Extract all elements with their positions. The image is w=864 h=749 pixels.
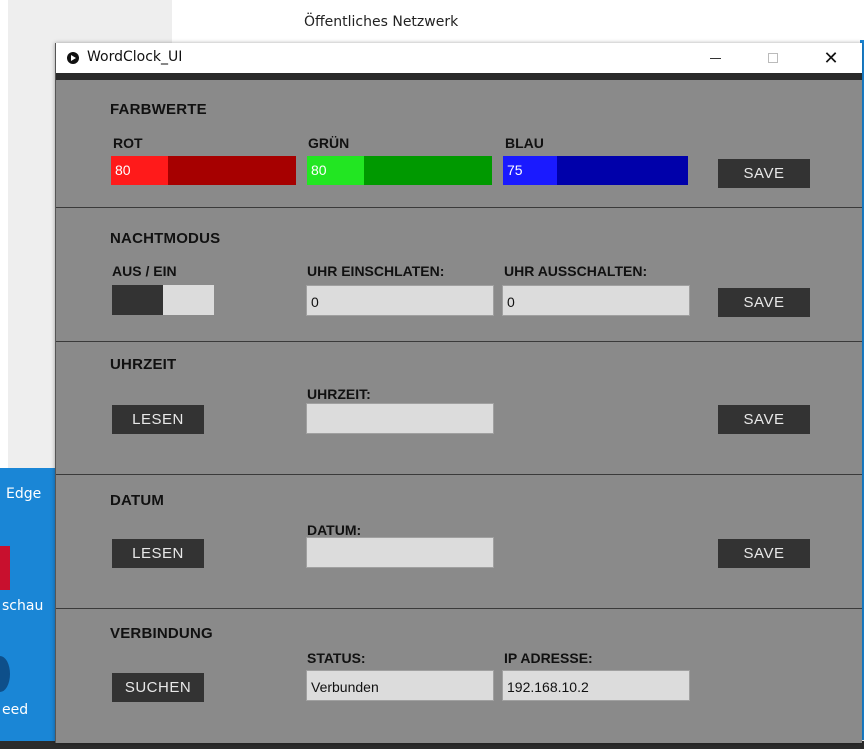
section-heading-nachtmodus: NACHTMODUS (110, 230, 221, 247)
section-divider (56, 207, 862, 208)
ip-label: IP ADRESSE: (504, 650, 593, 666)
desktop-icon-label[interactable]: Edge (6, 486, 41, 502)
einschalten-input[interactable]: 0 (306, 285, 494, 316)
section-heading-farbwerte: FARBWERTE (110, 101, 207, 118)
close-button[interactable]: ✕ (808, 43, 854, 73)
uhrzeit-input[interactable] (306, 403, 494, 434)
uhrzeit-read-button[interactable]: LESEN (112, 405, 204, 434)
datum-label: DATUM: (307, 522, 362, 538)
uhrzeit-save-button[interactable]: SAVE (718, 405, 810, 434)
section-divider (56, 474, 862, 475)
rot-label: ROT (113, 135, 143, 151)
farbwerte-save-button[interactable]: SAVE (718, 159, 810, 188)
gruen-slider-value: 80 (311, 162, 327, 178)
section-heading-verbindung: VERBINDUNG (110, 625, 213, 642)
gruen-slider[interactable]: 80 (307, 156, 492, 185)
toggle-off-segment (112, 285, 163, 315)
app-icon (67, 52, 79, 64)
title-separator (56, 73, 862, 80)
section-heading-uhrzeit: UHRZEIT (110, 356, 177, 373)
rot-slider-value: 80 (115, 162, 131, 178)
maximize-icon (768, 53, 778, 63)
close-icon: ✕ (823, 47, 839, 69)
window-title: WordClock_UI (87, 49, 183, 65)
minimize-icon (709, 57, 721, 59)
toggle-on-segment (163, 285, 214, 315)
maximize-button[interactable] (750, 43, 796, 73)
desktop-app-icon[interactable] (0, 546, 10, 590)
gruen-label: GRÜN (308, 135, 350, 151)
minimize-button[interactable] (692, 43, 738, 73)
nachtmodus-toggle[interactable] (112, 285, 214, 315)
blau-slider-value: 75 (507, 162, 523, 178)
datum-input[interactable] (306, 537, 494, 568)
section-divider (56, 341, 862, 342)
status-label: STATUS: (307, 650, 366, 666)
network-status-label: Öffentliches Netzwerk (304, 14, 459, 30)
ip-address-field[interactable]: 192.168.10.2 (502, 670, 690, 701)
desktop-icon-label[interactable]: schau (2, 598, 43, 614)
app-window: WordClock_UI ✕ FARBWERTE ROT GRÜN BLAU 8… (55, 43, 862, 743)
section-heading-datum: DATUM (110, 492, 165, 509)
datum-read-button[interactable]: LESEN (112, 539, 204, 568)
nachtmodus-toggle-label: AUS / EIN (112, 263, 177, 279)
section-divider (56, 608, 862, 609)
blau-slider[interactable]: 75 (503, 156, 688, 185)
search-button[interactable]: SUCHEN (112, 673, 204, 702)
desktop-icon-label[interactable]: eed (2, 702, 28, 718)
window-titlebar[interactable]: WordClock_UI ✕ (56, 43, 862, 73)
rot-slider[interactable]: 80 (111, 156, 296, 185)
datum-save-button[interactable]: SAVE (718, 539, 810, 568)
ausschalten-label: UHR AUSSCHALTEN: (504, 263, 648, 279)
nachtmodus-save-button[interactable]: SAVE (718, 288, 810, 317)
einschalten-label: UHR EINSCHLATEN: (307, 263, 445, 279)
status-field: Verbunden (306, 670, 494, 701)
ausschalten-input[interactable]: 0 (502, 285, 690, 316)
blau-label: BLAU (505, 135, 544, 151)
uhrzeit-label: UHRZEIT: (307, 386, 371, 402)
